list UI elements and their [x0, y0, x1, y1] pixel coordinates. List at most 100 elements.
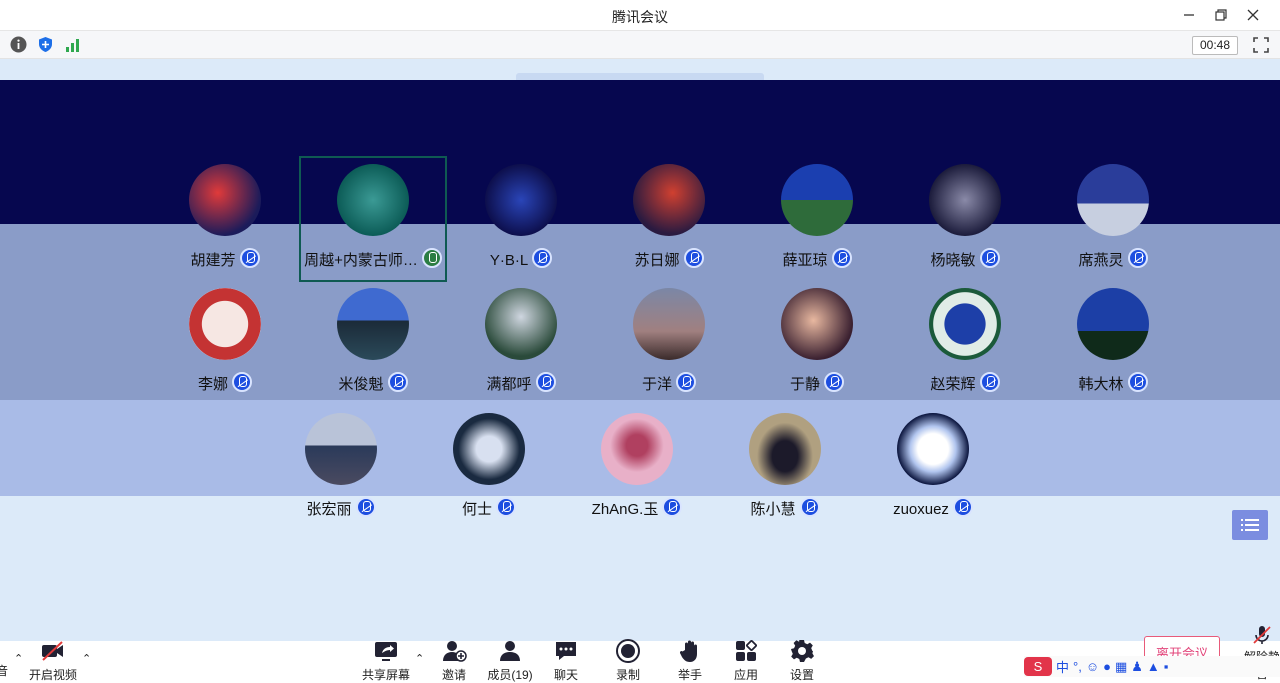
- participant-name: 苏日娜: [634, 252, 680, 269]
- avatar: [749, 413, 821, 485]
- toolbox-icon[interactable]: ▪: [1164, 659, 1169, 674]
- apps-label: 应用: [733, 668, 758, 682]
- record-button[interactable]: 录制: [612, 638, 644, 683]
- participant-name: 杨晓敏: [930, 252, 976, 269]
- user-icon[interactable]: ♟: [1131, 659, 1143, 675]
- close-button[interactable]: [1244, 6, 1262, 24]
- minimize-button[interactable]: [1180, 6, 1198, 24]
- participant-name: 周越+内蒙古师…: [304, 252, 418, 269]
- share-screen-label: 共享屏幕: [361, 668, 410, 682]
- avatar: [337, 288, 409, 360]
- restore-button[interactable]: [1212, 6, 1230, 24]
- share-screen-button[interactable]: 共享屏幕: [360, 638, 412, 683]
- participant-tile[interactable]: 李娜: [152, 288, 298, 412]
- raise-hand-label: 举手: [677, 668, 702, 682]
- participant-tile[interactable]: 薛亚琼: [744, 164, 890, 288]
- mic-muted-icon: [799, 497, 820, 517]
- emoji-icon[interactable]: ☺: [1086, 659, 1099, 674]
- chat-button[interactable]: 聊天: [550, 638, 582, 683]
- participant-tile[interactable]: 于洋: [596, 288, 742, 412]
- invite-button[interactable]: 邀请: [438, 638, 470, 683]
- raise-hand-button[interactable]: 举手: [674, 638, 706, 683]
- mic-muted-icon: [676, 372, 696, 392]
- participant-name: 赵荣辉: [930, 376, 976, 393]
- gear-icon: [789, 638, 815, 664]
- punctuation-icon[interactable]: °,: [1073, 659, 1082, 674]
- avatar: [189, 164, 261, 236]
- skin-icon[interactable]: ▲: [1147, 659, 1160, 674]
- invite-label: 邀请: [441, 668, 466, 682]
- avatar: [485, 164, 557, 236]
- raise-hand-icon: [677, 638, 703, 664]
- video-button-label: 开启视频: [28, 668, 77, 682]
- participant-tile[interactable]: 陈小慧: [712, 413, 858, 537]
- participant-tile[interactable]: 周越+内蒙古师…: [300, 164, 446, 288]
- members-button[interactable]: 成员(19): [486, 638, 534, 683]
- audio-options-chevron-icon[interactable]: ⌃: [14, 652, 23, 665]
- participant-name: 陈小慧: [750, 501, 796, 518]
- participant-list-toggle-button[interactable]: [1232, 510, 1268, 540]
- participant-name: 胡建芳: [190, 252, 236, 269]
- settings-button[interactable]: 设置: [786, 638, 818, 683]
- participant-tile[interactable]: 何士: [416, 413, 562, 537]
- meeting-timer: 00:48: [1192, 36, 1238, 55]
- chat-bubble-icon: [553, 638, 579, 664]
- mic-muted-icon: [824, 372, 844, 392]
- avatar: [305, 413, 377, 485]
- participant-tile[interactable]: 于静: [744, 288, 890, 412]
- participant-tile[interactable]: ZhAnG.玉: [564, 413, 710, 537]
- participant-name: 薛亚琼: [782, 252, 828, 269]
- invite-person-icon: [441, 638, 467, 664]
- participant-name: 李娜: [197, 376, 228, 393]
- mic-muted-icon: [662, 497, 683, 517]
- ime-mode-label[interactable]: 中: [1056, 657, 1069, 676]
- record-icon: [615, 638, 641, 664]
- ime-status-bar[interactable]: S 中 °, ☺ ● ▦ ♟ ▲ ▪: [1024, 656, 1280, 677]
- avatar: [929, 288, 1001, 360]
- share-options-chevron-icon[interactable]: ⌃: [415, 652, 424, 665]
- voice-input-icon[interactable]: ●: [1103, 659, 1111, 674]
- sogou-logo-icon: S: [1024, 657, 1052, 676]
- video-button[interactable]: 开启视频: [28, 638, 78, 683]
- avatar: [337, 164, 409, 236]
- mic-muted-icon: [387, 372, 408, 392]
- avatar: [485, 288, 557, 360]
- mic-muted-icon: [1127, 372, 1148, 392]
- chat-label: 聊天: [553, 668, 578, 682]
- participant-tile[interactable]: 米俊魁: [300, 288, 446, 412]
- participant-tile[interactable]: 胡建芳: [152, 164, 298, 288]
- participant-name: 于静: [789, 376, 820, 393]
- participant-name: ZhAnG.玉: [591, 501, 659, 518]
- settings-label: 设置: [789, 668, 814, 682]
- mic-muted-icon: [239, 248, 260, 268]
- participant-tile[interactable]: zuoxuez: [860, 413, 1006, 537]
- participant-name: 席燕灵: [1078, 252, 1124, 269]
- info-icon[interactable]: [10, 36, 27, 53]
- participant-tile[interactable]: 杨晓敏: [892, 164, 1038, 288]
- participant-tile[interactable]: 席燕灵: [1040, 164, 1186, 288]
- participant-tile[interactable]: 韩大林: [1040, 288, 1186, 412]
- participant-tile[interactable]: 张宏丽: [268, 413, 414, 537]
- participant-tile[interactable]: 苏日娜: [596, 164, 742, 288]
- avatar: [1077, 288, 1149, 360]
- record-label: 录制: [615, 668, 640, 682]
- security-shield-icon[interactable]: [37, 36, 54, 53]
- keyboard-icon[interactable]: ▦: [1115, 659, 1127, 675]
- participant-tile[interactable]: 满都呼: [448, 288, 594, 412]
- meeting-info-bar: 00:48: [0, 31, 1280, 59]
- mic-muted-icon: [1127, 248, 1148, 268]
- apps-button[interactable]: 应用: [730, 638, 762, 683]
- avatar: [601, 413, 673, 485]
- audio-button-label[interactable]: 音: [0, 662, 12, 679]
- mic-muted-icon: [496, 497, 516, 517]
- network-signal-icon[interactable]: [64, 36, 81, 53]
- avatar: [633, 288, 705, 360]
- avatar: [929, 164, 1001, 236]
- video-options-chevron-icon[interactable]: ⌃: [82, 652, 91, 665]
- participant-tile[interactable]: 赵荣辉: [892, 288, 1038, 412]
- participant-name: 米俊魁: [338, 376, 384, 393]
- fullscreen-icon[interactable]: [1252, 36, 1270, 54]
- window-title: 腾讯会议: [612, 9, 668, 25]
- participant-tile[interactable]: Y·B·L: [448, 164, 594, 288]
- mic-off-icon: [1251, 624, 1273, 646]
